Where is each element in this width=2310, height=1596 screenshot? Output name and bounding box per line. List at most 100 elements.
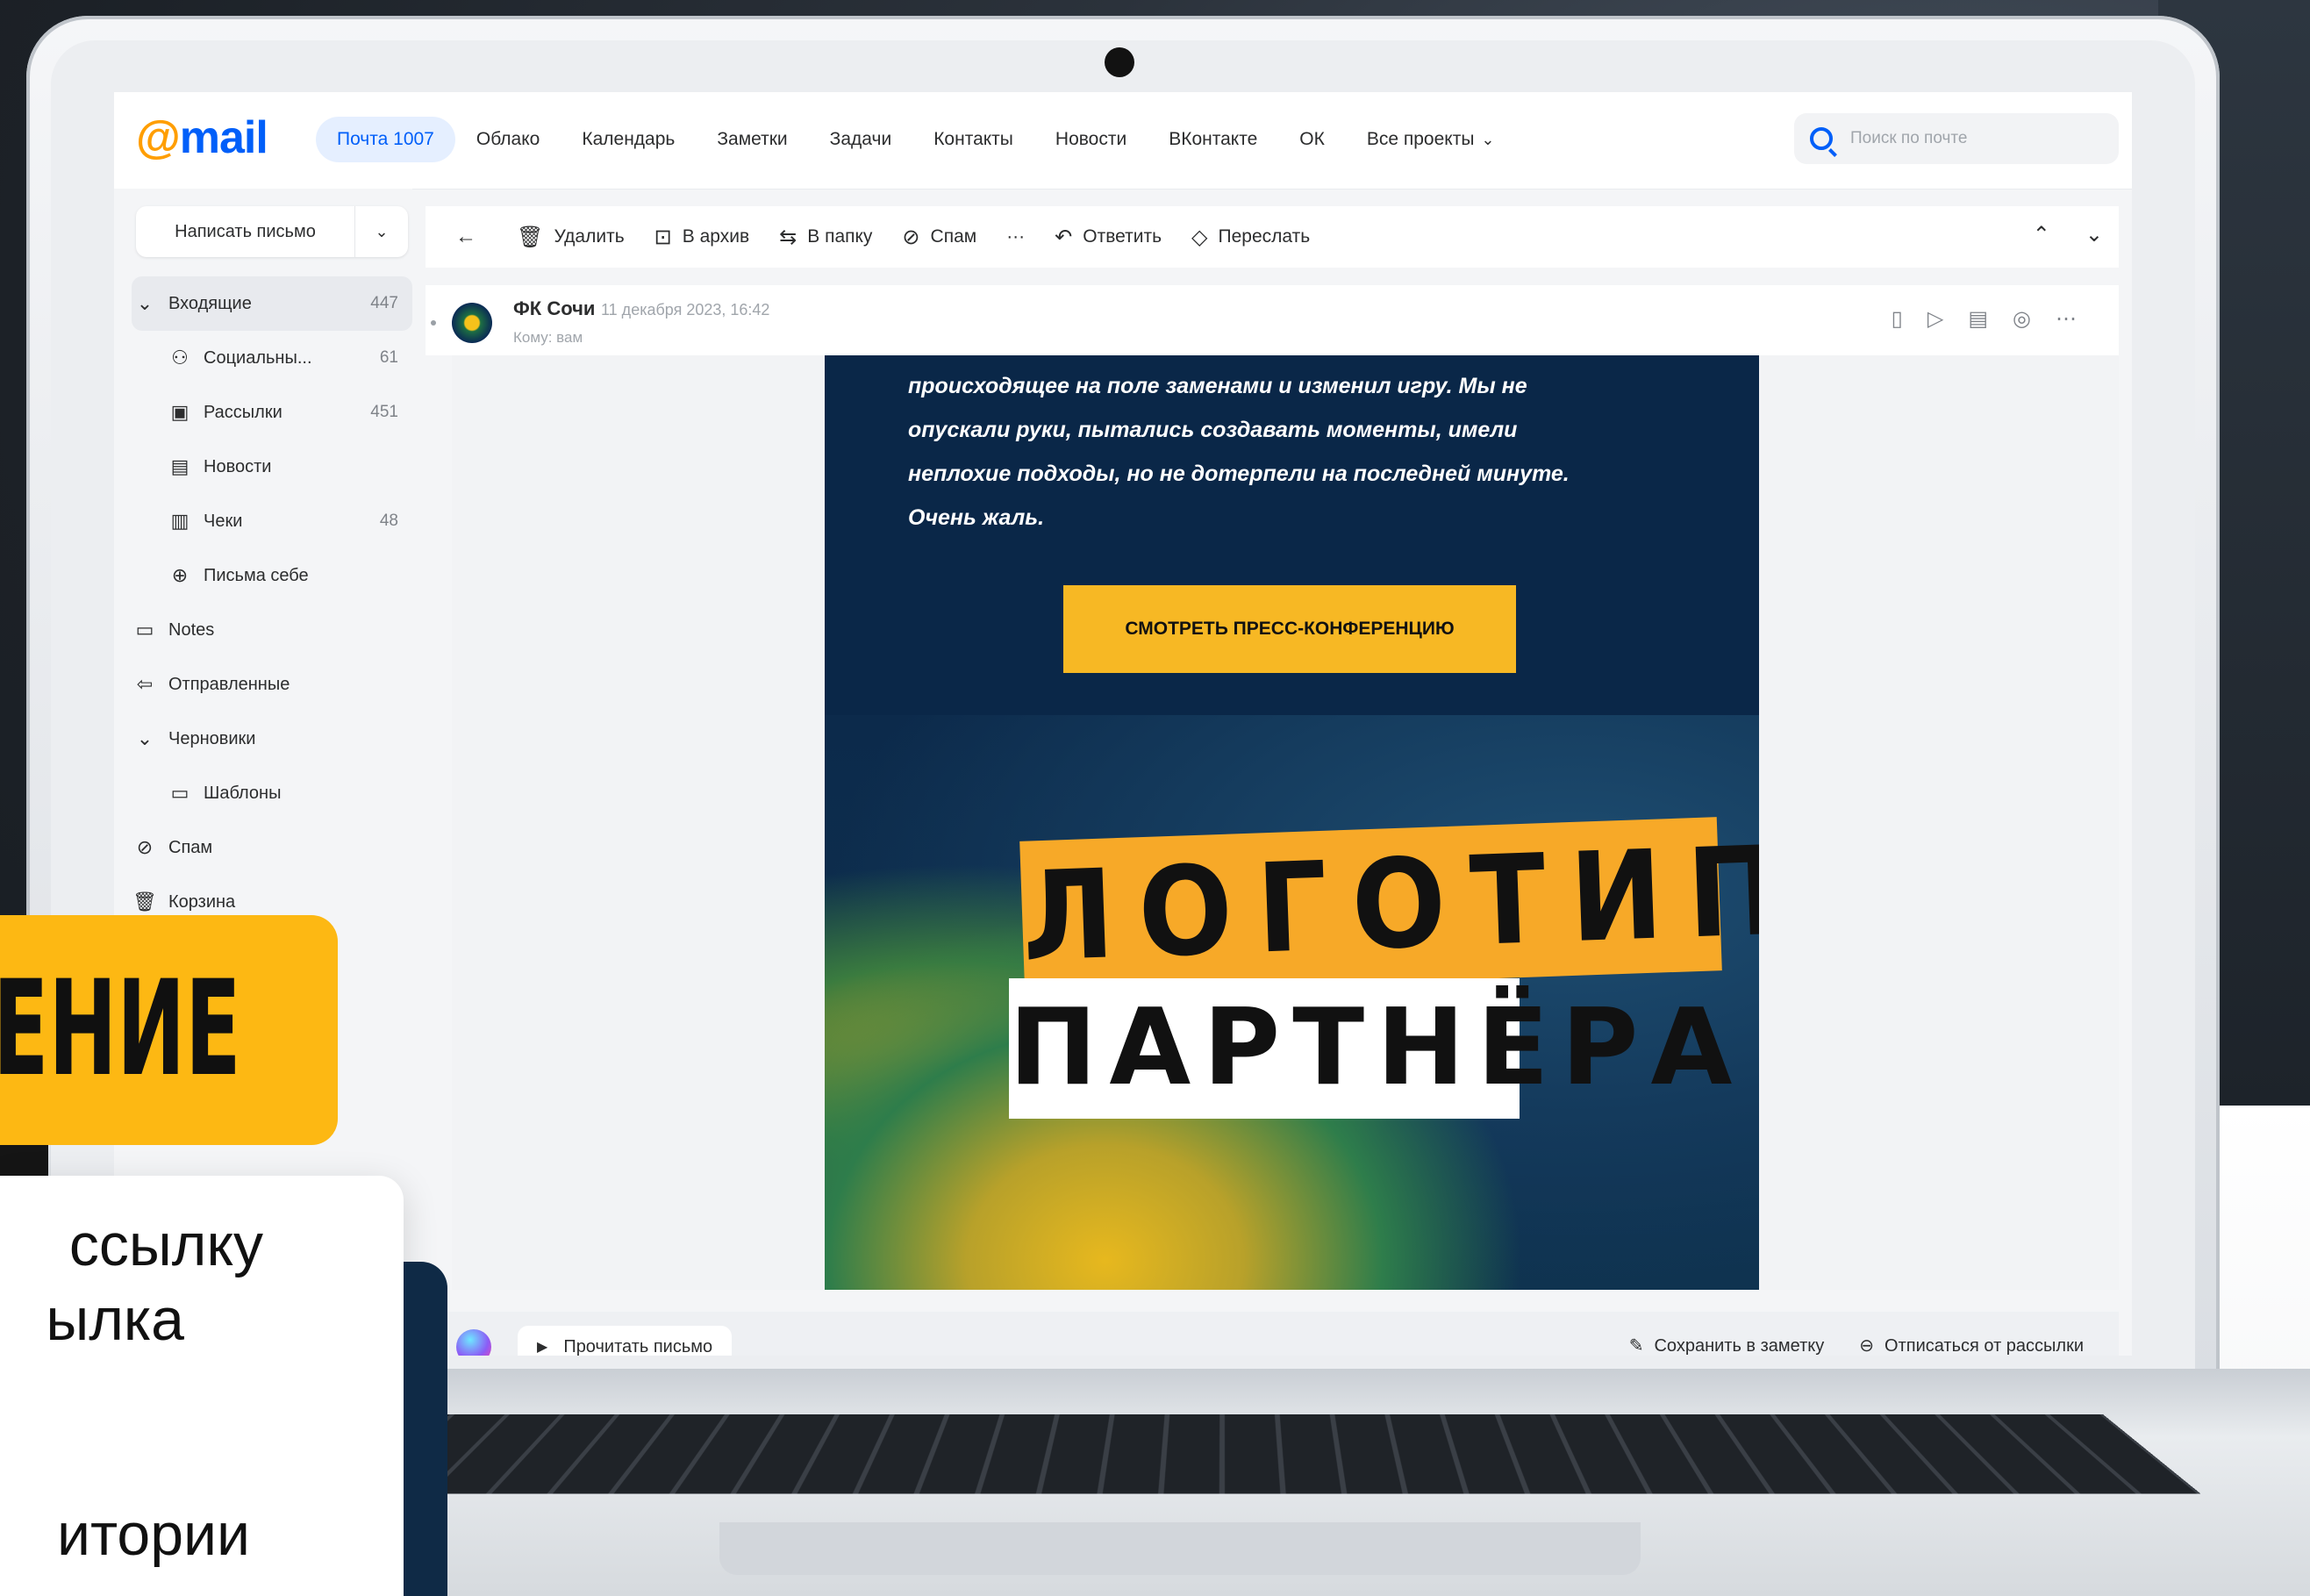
nav-contacts[interactable]: Контакты — [912, 117, 1034, 162]
folder-social[interactable]: ⚇ Социальны... 61 — [132, 331, 412, 385]
nav-news[interactable]: Новости — [1034, 117, 1148, 162]
folder-newsletters[interactable]: ▣ Рассылки 451 — [132, 385, 412, 440]
search-icon — [1810, 127, 1833, 150]
folder-to-self[interactable]: ⊕ Письма себе — [132, 548, 412, 603]
back-button[interactable]: ← — [455, 225, 487, 249]
bottom-actions: ✎ Сохранить в заметку ⊖ Отписаться от расс… — [1629, 1335, 2084, 1356]
mail-content: ← 🗑 Удалить ⊡ В архив ⇆ В папку ⊘ Спам ··· ↶… — [426, 189, 2132, 1356]
text-line: неплохие подходы, но не дотерпели на пос… — [908, 462, 1570, 486]
slide-text-line: ылка — [46, 1286, 184, 1353]
play-icon: ▶ — [537, 1340, 548, 1355]
save-note-label: Сохранить в заметку — [1654, 1336, 1825, 1356]
spam-button[interactable]: ⊘ Спам — [902, 225, 976, 250]
spam-icon: ⊘ — [902, 225, 920, 249]
arrow-left-icon: ← — [455, 225, 476, 248]
mail-actions: ▯▷▤◎⋯ — [1892, 306, 2101, 332]
people-icon: ⚇ — [171, 347, 189, 369]
text-line: Очень жаль. — [908, 505, 1045, 530]
folder-count: 447 — [370, 294, 398, 312]
laptop-screen: @mail Почта 1007 Облако Календарь Заметк… — [114, 92, 2132, 1356]
folder-list: ⌄ Входящие 447 ⚇ Социальны... 61 ▣ Рассы… — [132, 276, 412, 929]
folder-label: Notes — [168, 619, 215, 640]
forward-icon: ◇ — [1191, 225, 1208, 249]
nav-ok[interactable]: ОК — [1278, 117, 1346, 162]
nav-all-projects[interactable]: Все проекты ⌄ — [1346, 117, 1516, 162]
folder-sent[interactable]: ⇦ Отправленные — [132, 657, 412, 712]
folder-news[interactable]: ▤ Новости — [132, 440, 412, 494]
move-label: В папку — [807, 226, 873, 247]
nav-vkontakte[interactable]: ВКонтакте — [1148, 117, 1278, 162]
mail-toolbar: ← 🗑 Удалить ⊡ В архив ⇆ В папку ⊘ Спам ··· ↶… — [426, 206, 2119, 268]
avatar — [452, 303, 492, 343]
chevron-up-icon[interactable]: ⌃ — [2033, 223, 2050, 247]
nav-mail[interactable]: Почта 1007 — [316, 117, 455, 162]
sender-name[interactable]: ФК Сочи — [513, 297, 595, 320]
folder-templates[interactable]: ▭ Шаблоны — [132, 766, 412, 820]
laptop-trackpad — [719, 1522, 1641, 1575]
chevron-down-icon[interactable]: ⌄ — [355, 223, 408, 241]
folder-label: Чеки — [204, 511, 243, 531]
folder-label: Социальны... — [204, 347, 312, 368]
nav-cloud[interactable]: Облако — [455, 117, 561, 162]
mail-logo[interactable]: @mail — [136, 111, 268, 164]
top-nav: Почта 1007 Облако Календарь Заметки Зада… — [316, 117, 1516, 162]
read-aloud-button[interactable]: ▶ Прочитать письмо — [518, 1326, 733, 1356]
folder-label: Письма себе — [204, 565, 309, 585]
folder-icon: ▭ — [170, 782, 190, 804]
nav-tasks[interactable]: Задачи — [809, 117, 913, 162]
nav-calendar[interactable]: Календарь — [561, 117, 696, 162]
chevron-down-icon: ⌄ — [136, 727, 154, 749]
folder-spam[interactable]: ⊘ Спам — [132, 820, 412, 875]
more-icon[interactable]: ⋯ — [2056, 307, 2101, 331]
mail-date: 11 декабря 2023, 16:42 — [601, 301, 770, 318]
receipt-icon: ▥ — [170, 510, 190, 532]
laptop-keyboard — [247, 1414, 2201, 1494]
chevron-down-icon[interactable]: ⌄ — [2085, 223, 2103, 247]
folder-count: 48 — [379, 512, 398, 530]
folder-count: 451 — [370, 403, 398, 421]
more-button[interactable]: ··· — [1006, 226, 1025, 247]
folder-notes[interactable]: ▭ Notes — [132, 603, 412, 657]
read-aloud-label: Прочитать письмо — [563, 1336, 713, 1356]
slide-text-line: ссылку — [68, 1212, 263, 1278]
bookmark-icon[interactable]: ▯ — [1892, 307, 1927, 331]
search-input[interactable]: Поиск по почте — [1794, 113, 2119, 164]
newsletter-card: происходящее на поле заменами и изменил … — [825, 355, 1759, 1290]
calendar-icon[interactable]: ▤ — [1968, 307, 2013, 331]
folder-receipts[interactable]: ▥ Чеки 48 — [132, 494, 412, 548]
folder-drafts[interactable]: ⌄ Черновики — [132, 712, 412, 766]
reply-button[interactable]: ↶ Ответить — [1055, 225, 1162, 250]
chevron-down-icon: ⌄ — [1481, 131, 1495, 148]
delete-button[interactable]: 🗑 Удалить — [517, 225, 625, 250]
mail-header: ФК Сочи 11 декабря 2023, 16:42 Кому: вам… — [426, 285, 2119, 355]
tag-icon[interactable]: ▷ — [1927, 307, 1968, 331]
print-icon[interactable]: ◎ — [2013, 307, 2056, 331]
sent-icon: ⇦ — [136, 673, 154, 695]
minus-circle-icon: ⊖ — [1859, 1336, 1875, 1356]
archive-label: В архив — [682, 226, 750, 247]
archive-button[interactable]: ⊡ В архив — [654, 225, 749, 250]
folder-move-icon: ⇆ — [779, 225, 797, 249]
compose-button[interactable]: Написать письмо ⌄ — [136, 206, 408, 257]
reply-label: Ответить — [1083, 226, 1162, 247]
slide-text-line: итории — [57, 1501, 250, 1568]
press-conference-button[interactable]: СМОТРЕТЬ ПРЕСС-КОНФЕРЕНЦИЮ — [1063, 585, 1516, 673]
folder-label: Входящие — [168, 293, 252, 313]
move-to-folder-button[interactable]: ⇆ В папку — [779, 225, 872, 250]
assistant-orb-icon[interactable] — [456, 1329, 491, 1356]
folder-label: Корзина — [168, 891, 236, 912]
text-line: опускали руки, пытались создавать момент… — [908, 418, 1518, 442]
folder-inbox[interactable]: ⌄ Входящие 447 — [132, 276, 412, 331]
email-body: происходящее на поле заменами и изменил … — [452, 355, 2119, 1290]
forward-button[interactable]: ◇ Переслать — [1191, 225, 1310, 250]
search-placeholder: Поиск по почте — [1850, 129, 1968, 147]
partner-logo-bottom: ПАРТНЁРА — [1009, 978, 1732, 1119]
nav-notes[interactable]: Заметки — [696, 117, 808, 162]
top-bar: @mail Почта 1007 Облако Календарь Заметк… — [114, 92, 2132, 190]
save-note-button[interactable]: ✎ Сохранить в заметку — [1629, 1335, 1825, 1356]
unsubscribe-button[interactable]: ⊖ Отписаться от рассылки — [1859, 1335, 2084, 1356]
newsletter-icon: ▣ — [170, 401, 190, 423]
newsletter-text: происходящее на поле заменами и изменил … — [908, 364, 1680, 540]
folder-label: Рассылки — [204, 402, 282, 422]
folder-label: Шаблоны — [204, 783, 282, 803]
